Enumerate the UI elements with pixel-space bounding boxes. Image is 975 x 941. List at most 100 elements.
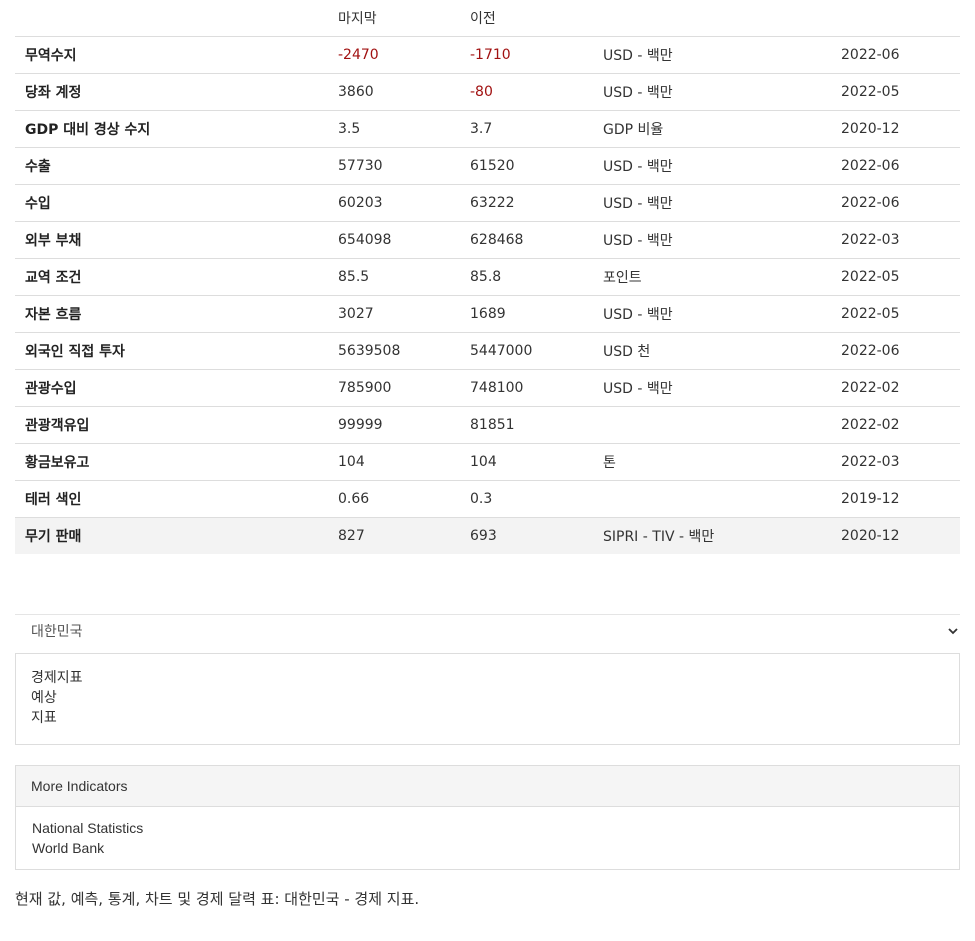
indicator-name[interactable]: GDP 대비 경상 수지 <box>15 110 328 148</box>
indicator-name[interactable]: 무기 판매 <box>15 517 328 554</box>
unit: GDP 비율 <box>593 110 831 148</box>
indicator-name[interactable]: 황금보유고 <box>15 443 328 481</box>
indicator-name[interactable]: 자본 흐름 <box>15 295 328 333</box>
header-last: 마지막 <box>328 0 460 37</box>
footer-description: 현재 값, 예측, 통계, 차트 및 경제 달력 표: 대한민국 - 경제 지표… <box>15 890 420 908</box>
unit: USD - 백만 <box>593 73 831 111</box>
table-row[interactable]: 무기 판매 827 693 SIPRI - TIV - 백만 2020-12 <box>15 517 960 554</box>
last-value: 99999 <box>328 406 460 444</box>
reference-date: 2022-03 <box>831 221 960 259</box>
indicator-name[interactable]: 외부 부채 <box>15 221 328 259</box>
previous-value: 61520 <box>460 147 593 185</box>
table-row[interactable]: 당좌 계정 3860 -80 USD - 백만 2022-05 <box>15 73 960 111</box>
previous-value: 5447000 <box>460 332 593 370</box>
indicator-name[interactable]: 수입 <box>15 184 328 222</box>
unit: USD - 백만 <box>593 184 831 222</box>
reference-date: 2022-06 <box>831 36 960 74</box>
previous-value: 0.3 <box>460 480 593 518</box>
last-value: 57730 <box>328 147 460 185</box>
link-world-bank[interactable]: World Bank <box>32 838 943 858</box>
more-indicators-title: More Indicators <box>16 766 959 807</box>
links-panel: 경제지표 예상 지표 <box>15 653 960 745</box>
last-value: 3860 <box>328 73 460 111</box>
last-value: 5639508 <box>328 332 460 370</box>
table-row[interactable]: 수출 57730 61520 USD - 백만 2022-06 <box>15 147 960 185</box>
reference-date: 2022-06 <box>831 332 960 370</box>
reference-date: 2022-05 <box>831 295 960 333</box>
header-previous: 이전 <box>460 0 593 37</box>
indicator-name[interactable]: 테러 색인 <box>15 480 328 518</box>
previous-value: 693 <box>460 517 593 554</box>
unit: USD 천 <box>593 332 831 370</box>
unit <box>593 480 831 518</box>
header-date <box>831 0 960 37</box>
unit: USD - 백만 <box>593 295 831 333</box>
indicator-name[interactable]: 교역 조건 <box>15 258 328 296</box>
table-row[interactable]: 외부 부채 654098 628468 USD - 백만 2022-03 <box>15 221 960 259</box>
reference-date: 2020-12 <box>831 517 960 554</box>
previous-value: 81851 <box>460 406 593 444</box>
previous-value: 628468 <box>460 221 593 259</box>
table-row[interactable]: 무역수지 -2470 -1710 USD - 백만 2022-06 <box>15 36 960 74</box>
reference-date: 2019-12 <box>831 480 960 518</box>
indicator-name[interactable]: 당좌 계정 <box>15 73 328 111</box>
unit: USD - 백만 <box>593 36 831 74</box>
last-value: 785900 <box>328 369 460 407</box>
table-row[interactable]: 관광객유입 99999 81851 2022-02 <box>15 406 960 444</box>
unit: SIPRI - TIV - 백만 <box>593 517 831 554</box>
indicator-name[interactable]: 수출 <box>15 147 328 185</box>
previous-value: 3.7 <box>460 110 593 148</box>
table-row[interactable]: 황금보유고 104 104 톤 2022-03 <box>15 443 960 481</box>
table-row[interactable]: 자본 흐름 3027 1689 USD - 백만 2022-05 <box>15 295 960 333</box>
table-header-row: 마지막 이전 <box>15 0 960 37</box>
previous-value: 85.8 <box>460 258 593 296</box>
indicator-name[interactable]: 무역수지 <box>15 36 328 74</box>
indicator-name[interactable]: 관광수입 <box>15 369 328 407</box>
unit: USD - 백만 <box>593 369 831 407</box>
previous-value: -1710 <box>460 36 593 74</box>
last-value: 60203 <box>328 184 460 222</box>
indicator-name[interactable]: 관광객유입 <box>15 406 328 444</box>
previous-value: 1689 <box>460 295 593 333</box>
more-indicators-list: National Statistics World Bank <box>16 807 959 869</box>
last-value: 104 <box>328 443 460 481</box>
reference-date: 2020-12 <box>831 110 960 148</box>
previous-value: 63222 <box>460 184 593 222</box>
more-indicators-panel: More Indicators National Statistics Worl… <box>15 765 960 870</box>
link-indicators[interactable]: 지표 <box>31 708 944 728</box>
header-unit <box>593 0 831 37</box>
unit: USD - 백만 <box>593 221 831 259</box>
last-value: -2470 <box>328 36 460 74</box>
table-row[interactable]: 테러 색인 0.66 0.3 2019-12 <box>15 480 960 518</box>
unit: 포인트 <box>593 258 831 296</box>
table-row[interactable]: 관광수입 785900 748100 USD - 백만 2022-02 <box>15 369 960 407</box>
country-select-value: 대한민국 <box>31 624 83 640</box>
unit <box>593 406 831 444</box>
reference-date: 2022-02 <box>831 369 960 407</box>
reference-date: 2022-02 <box>831 406 960 444</box>
last-value: 0.66 <box>328 480 460 518</box>
reference-date: 2022-06 <box>831 147 960 185</box>
indicators-table-wrap: 마지막 이전 무역수지 -2470 -1710 USD - 백만 2022-06 당좌 계… <box>15 0 960 554</box>
country-select[interactable]: 대한민국 <box>15 614 960 647</box>
previous-value: 104 <box>460 443 593 481</box>
indicator-name[interactable]: 외국인 직접 투자 <box>15 332 328 370</box>
unit: 톤 <box>593 443 831 481</box>
link-economic-indicators[interactable]: 경제지표 <box>31 668 944 688</box>
table-row[interactable]: GDP 대비 경상 수지 3.5 3.7 GDP 비율 2020-12 <box>15 110 960 148</box>
table-row[interactable]: 수입 60203 63222 USD - 백만 2022-06 <box>15 184 960 222</box>
previous-value: -80 <box>460 73 593 111</box>
table-row[interactable]: 외국인 직접 투자 5639508 5447000 USD 천 2022-06 <box>15 332 960 370</box>
last-value: 3.5 <box>328 110 460 148</box>
previous-value: 748100 <box>460 369 593 407</box>
reference-date: 2022-05 <box>831 73 960 111</box>
indicators-table: 마지막 이전 무역수지 -2470 -1710 USD - 백만 2022-06 당좌 계… <box>15 0 960 554</box>
table-row[interactable]: 교역 조건 85.5 85.8 포인트 2022-05 <box>15 258 960 296</box>
table-body: 무역수지 -2470 -1710 USD - 백만 2022-06 당좌 계정 3860 -8… <box>15 36 960 554</box>
link-national-statistics[interactable]: National Statistics <box>32 818 943 838</box>
link-forecast[interactable]: 예상 <box>31 688 944 708</box>
unit: USD - 백만 <box>593 147 831 185</box>
reference-date: 2022-06 <box>831 184 960 222</box>
reference-date: 2022-03 <box>831 443 960 481</box>
last-value: 85.5 <box>328 258 460 296</box>
